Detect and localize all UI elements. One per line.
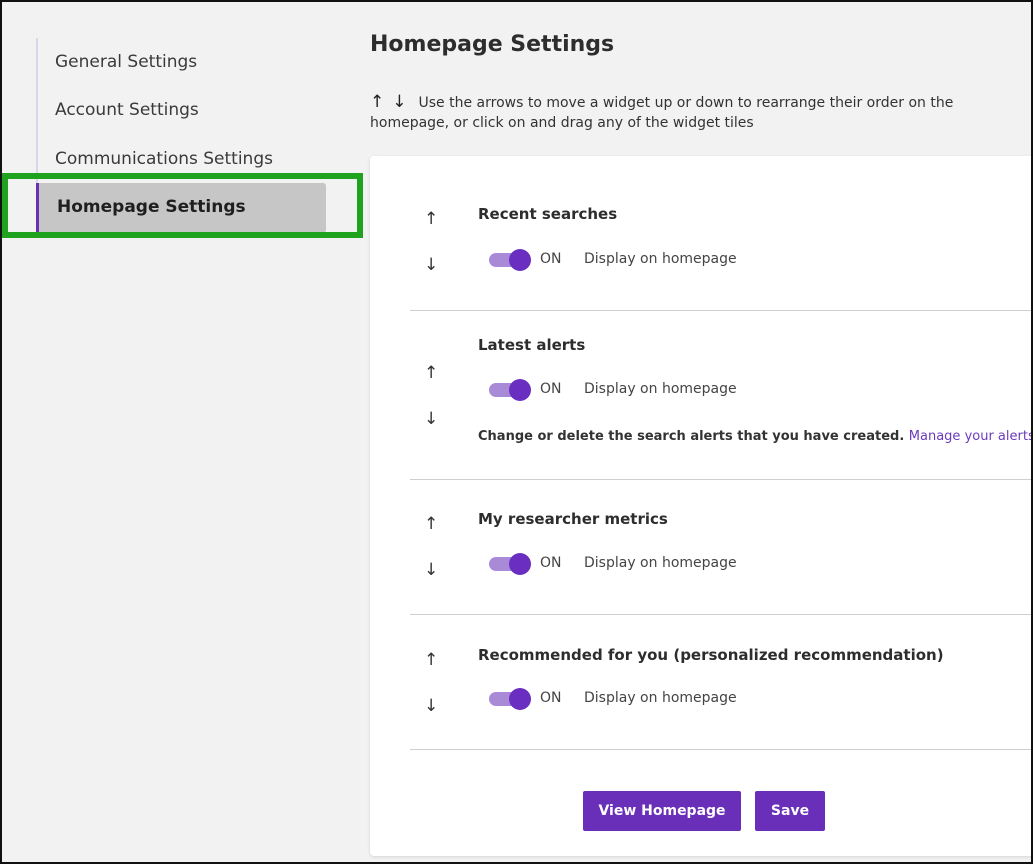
move-down-icon[interactable]: ↓ (424, 560, 438, 580)
move-up-icon[interactable]: ↑ (424, 363, 438, 383)
toggle-label: Display on homepage (584, 251, 737, 267)
toggle-label: Display on homepage (584, 690, 737, 706)
settings-sidebar: General Settings Account Settings Commun… (2, 2, 363, 862)
alerts-note: Change or delete the search alerts that … (478, 429, 1031, 444)
toggle-label: Display on homepage (584, 555, 737, 571)
display-toggle[interactable] (489, 553, 531, 575)
widget-title: My researcher metrics (478, 510, 668, 528)
app-frame: General Settings Account Settings Commun… (0, 0, 1033, 864)
reorder-hint-text: Use the arrows to move a widget up or do… (370, 95, 954, 131)
toggle-state: ON (540, 251, 562, 267)
manage-alerts-link[interactable]: Manage your alerts (909, 429, 1031, 444)
move-down-icon[interactable]: ↓ (424, 409, 438, 429)
sidebar-item-label: Homepage Settings (57, 197, 246, 217)
widget-title: Recent searches (478, 205, 618, 223)
sidebar-item-communications-settings[interactable]: Communications Settings (55, 149, 273, 169)
divider (410, 749, 1031, 750)
page-title: Homepage Settings (370, 32, 615, 57)
widget-title: Recommended for you (personalized recomm… (478, 646, 944, 664)
toggle-state: ON (540, 381, 562, 397)
display-toggle[interactable] (489, 688, 531, 710)
divider (410, 479, 1031, 480)
arrow-down-icon: ↓ (392, 92, 407, 112)
sidebar-item-homepage-settings[interactable]: Homepage Settings (36, 183, 326, 233)
divider (410, 310, 1031, 311)
display-toggle[interactable] (489, 249, 531, 271)
widget-settings-card: ↑ ↓ Recent searches ON Display on homepa… (370, 156, 1031, 856)
alerts-note-text: Change or delete the search alerts that … (478, 429, 905, 444)
sidebar-item-general-settings[interactable]: General Settings (55, 52, 197, 72)
move-down-icon[interactable]: ↓ (424, 255, 438, 275)
toggle-label: Display on homepage (584, 381, 737, 397)
reorder-hint: ↑ ↓ Use the arrows to move a widget up or … (370, 92, 1010, 133)
move-up-icon[interactable]: ↑ (424, 514, 438, 534)
move-down-icon[interactable]: ↓ (424, 696, 438, 716)
display-toggle[interactable] (489, 379, 531, 401)
divider (410, 614, 1031, 615)
toggle-state: ON (540, 690, 562, 706)
widget-title: Latest alerts (478, 336, 586, 354)
save-button[interactable]: Save (755, 791, 825, 831)
move-up-icon[interactable]: ↑ (424, 650, 438, 670)
view-homepage-button[interactable]: View Homepage (583, 791, 741, 831)
arrow-up-icon: ↑ (370, 92, 385, 112)
toggle-state: ON (540, 555, 562, 571)
move-up-icon[interactable]: ↑ (424, 209, 438, 229)
sidebar-item-account-settings[interactable]: Account Settings (55, 100, 199, 120)
